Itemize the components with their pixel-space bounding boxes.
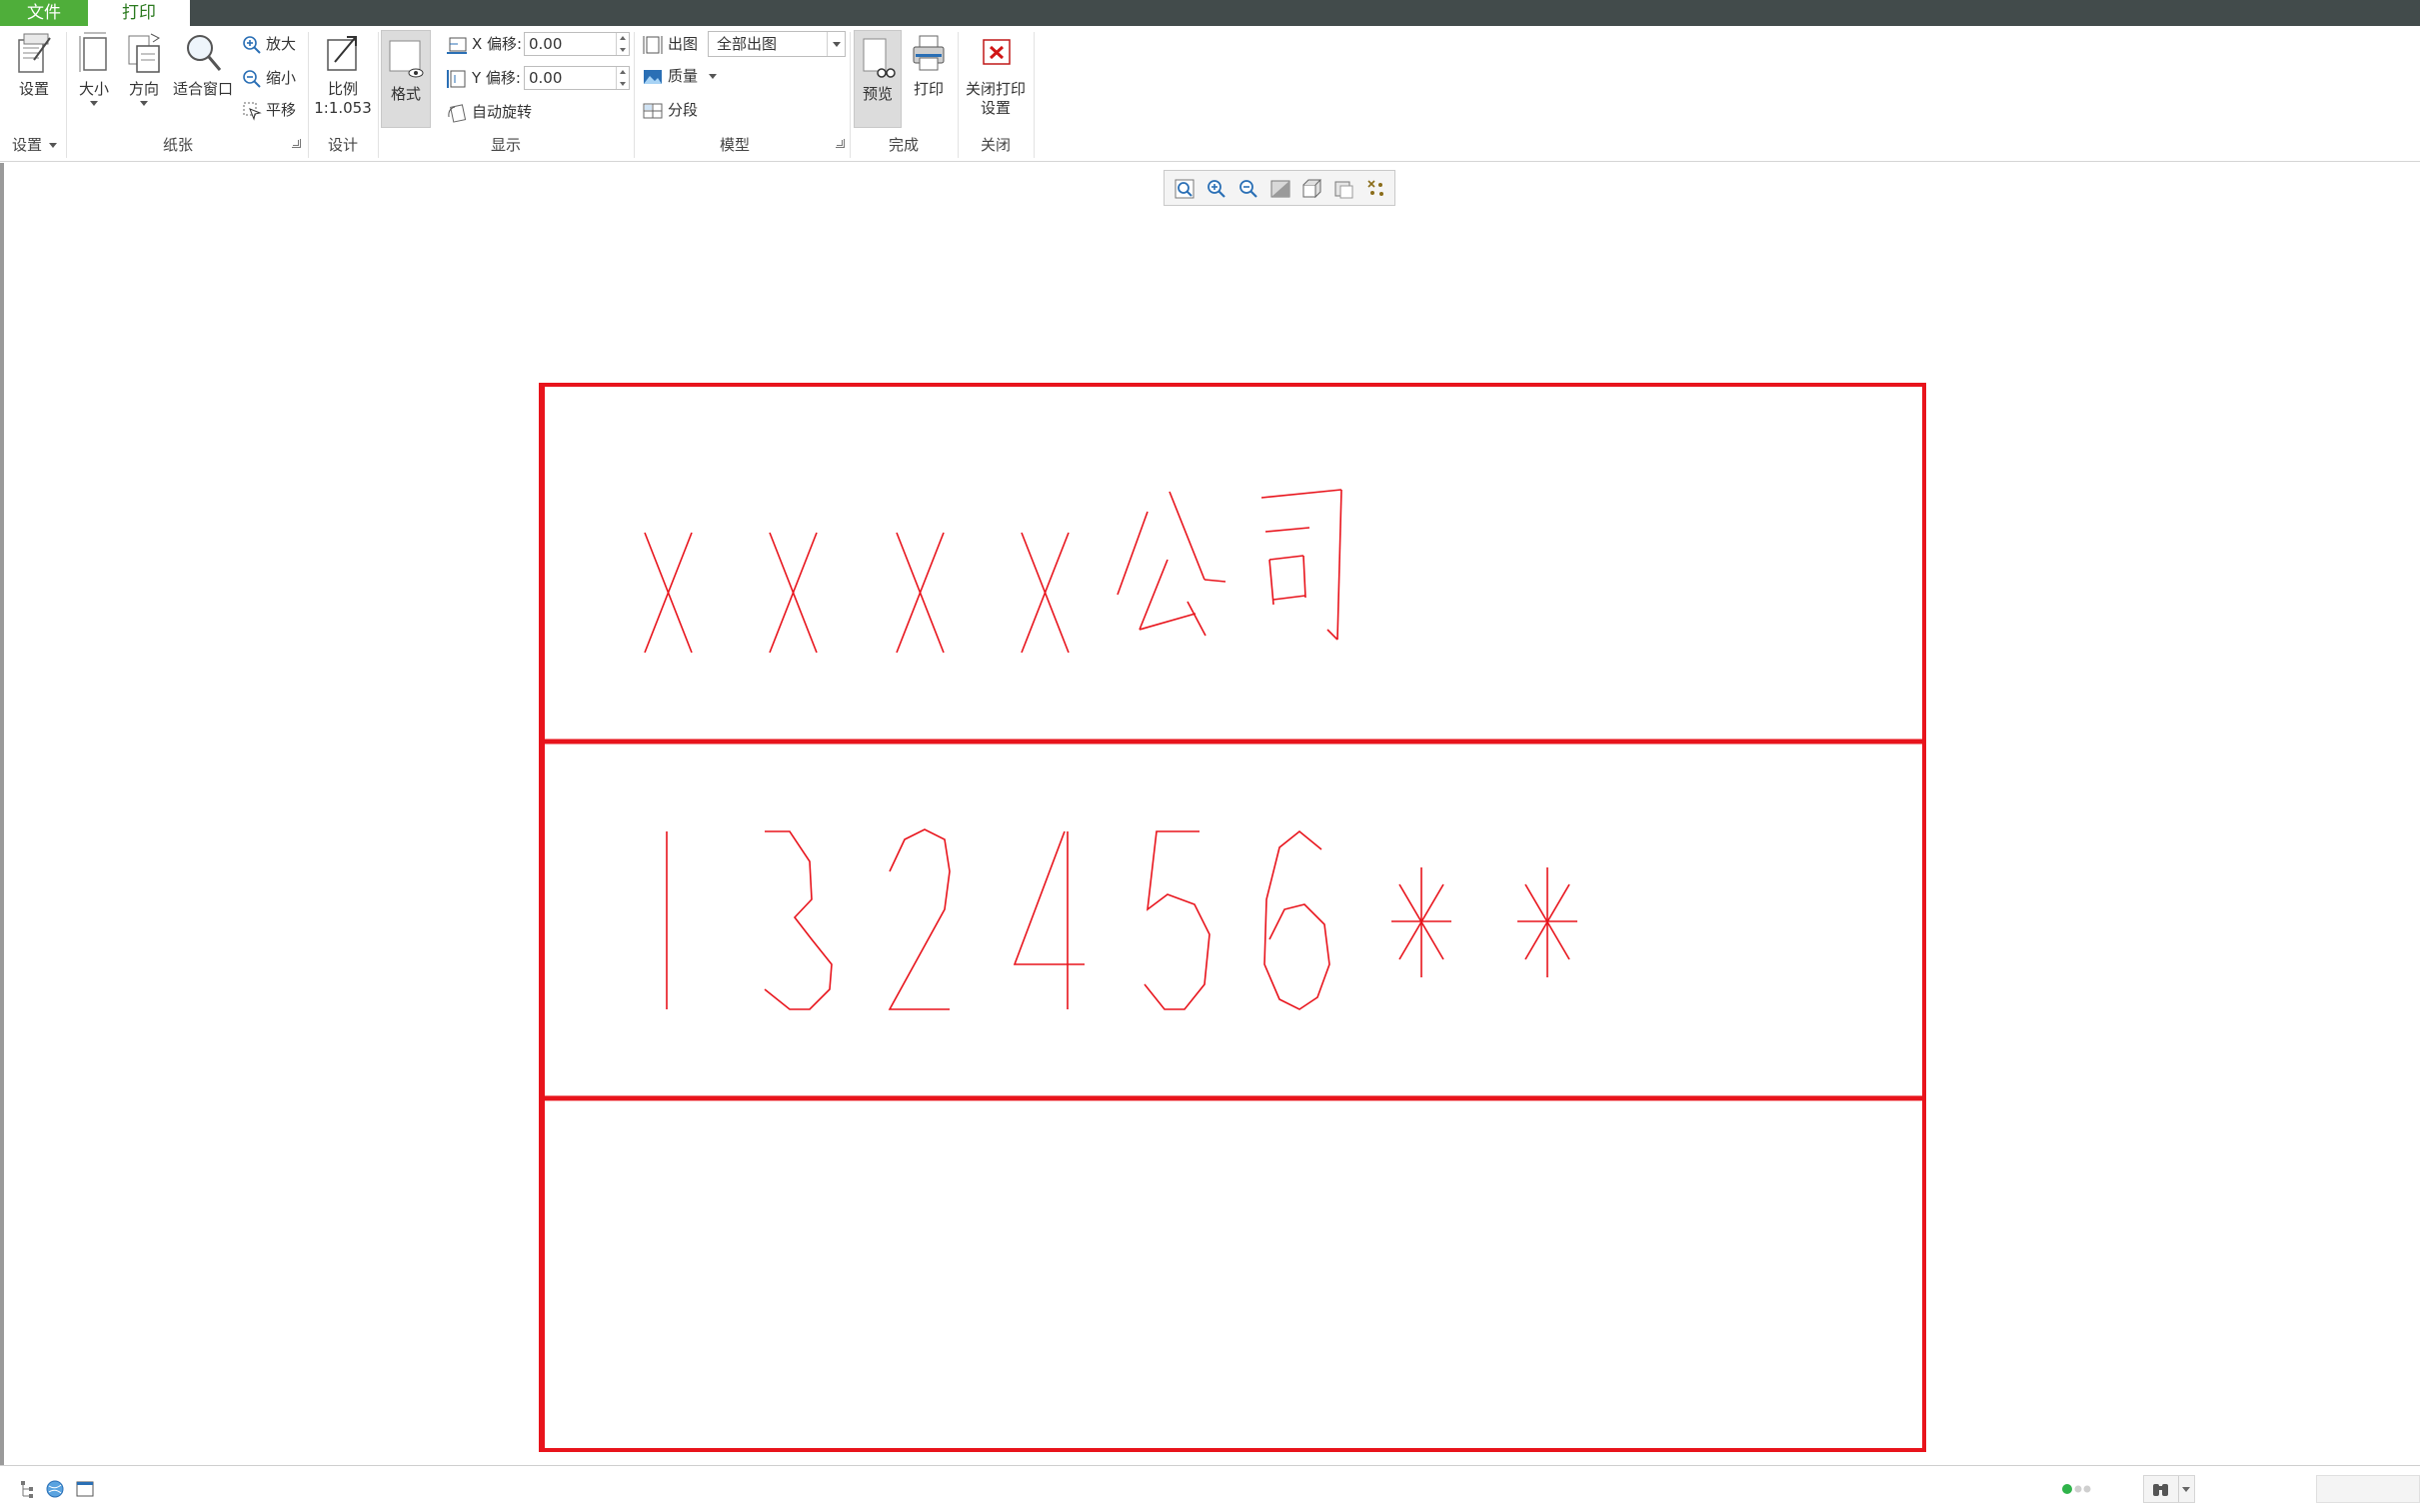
- group-divider: [378, 32, 379, 158]
- ribbon: 设置 设置 大小 方向 适合窗口 放大 缩小 平移 纸张 比例 1:1.053 …: [0, 26, 2420, 162]
- model-tree-icon[interactable]: [18, 1478, 38, 1500]
- tab-print[interactable]: 打印: [88, 0, 190, 26]
- zoom-out-icon: [243, 69, 261, 88]
- format-toggle-button[interactable]: 格式: [381, 30, 431, 128]
- preview-label: 预览: [862, 85, 893, 103]
- chevron-down-icon: [140, 101, 148, 106]
- chevron-down-icon: [48, 143, 57, 148]
- row2-number-text: [666, 828, 1577, 1010]
- preview-button[interactable]: 预览: [854, 30, 902, 128]
- group-divider: [66, 32, 67, 158]
- paper-group-launcher[interactable]: [292, 139, 301, 148]
- shading-icon[interactable]: [1268, 177, 1292, 201]
- display-group-label: 显示: [490, 136, 521, 154]
- scale-button[interactable]: 比例 1:1.053: [312, 30, 374, 118]
- zoom-fit-icon[interactable]: [1173, 177, 1197, 201]
- close-print-setup-button[interactable]: 关闭打印 设置: [962, 30, 1030, 118]
- x-offset-spinner[interactable]: [616, 33, 629, 55]
- segment-icon: [643, 103, 663, 118]
- scale-label: 比例: [327, 80, 358, 98]
- output-label: 出图: [642, 32, 698, 56]
- drawing-sheet: [539, 383, 1926, 1452]
- find-button[interactable]: [2143, 1475, 2195, 1503]
- zoom-in-icon[interactable]: [1205, 177, 1228, 201]
- group-divider: [308, 32, 309, 158]
- status-bar: [0, 1465, 2420, 1512]
- ribbon-tab-bar: 文件 打印: [0, 0, 2420, 26]
- datum-display-icon[interactable]: [1364, 177, 1388, 201]
- printer-icon: [913, 35, 945, 71]
- y-offset-spinner[interactable]: [616, 67, 629, 89]
- paper-size-label: 大小: [78, 80, 109, 98]
- chevron-down-icon[interactable]: [827, 32, 845, 56]
- group-divider: [634, 32, 635, 158]
- format-preview-icon: [389, 40, 424, 78]
- close-group-label: 关闭: [980, 136, 1011, 154]
- format-label: 格式: [390, 85, 421, 103]
- auto-rotate-button[interactable]: 自动旋转: [446, 100, 532, 124]
- segment-button[interactable]: 分段: [642, 98, 698, 122]
- y-offset-label: Y 偏移:: [446, 66, 521, 90]
- fit-window-label: 适合窗口: [172, 80, 233, 98]
- design-group-label: 设计: [327, 136, 358, 154]
- group-divider: [958, 32, 959, 158]
- close-label-line2: 设置: [980, 99, 1011, 117]
- group-divider: [1034, 32, 1035, 158]
- setup-label: 设置: [18, 80, 49, 98]
- saved-views-icon[interactable]: [1300, 177, 1324, 201]
- quality-icon: [644, 69, 662, 84]
- print-preview-canvas[interactable]: [0, 163, 2420, 1465]
- settings-group-dropdown[interactable]: 设置: [12, 134, 62, 155]
- pan-button[interactable]: 平移: [242, 98, 296, 122]
- y-offset-icon: [447, 69, 466, 88]
- x-offset-label: X 偏移:: [446, 32, 522, 56]
- regeneration-status-icon: [2062, 1484, 2091, 1494]
- x-offset-icon: [447, 37, 467, 54]
- group-divider: [850, 32, 851, 158]
- print-label: 打印: [913, 80, 944, 98]
- model-group-launcher[interactable]: [836, 139, 845, 148]
- model-group-label: 模型: [719, 136, 750, 154]
- orientation-label: 方向: [128, 80, 159, 98]
- view-toolbar: [1164, 170, 1395, 206]
- filter-input[interactable]: [2316, 1475, 2420, 1503]
- drawing-frame: [540, 383, 1926, 1452]
- paper-size-button[interactable]: 大小: [72, 30, 116, 106]
- auto-rotate-icon: [448, 103, 467, 123]
- x-offset-input[interactable]: 0.00: [524, 32, 630, 56]
- output-select[interactable]: 全部出图: [708, 31, 846, 57]
- display-style-icon[interactable]: [1332, 177, 1356, 201]
- browser-globe-icon[interactable]: [44, 1478, 66, 1500]
- page-setup-icon: [18, 33, 51, 73]
- chevron-down-icon[interactable]: [2178, 1476, 2192, 1502]
- paper-group-label: 纸张: [162, 136, 193, 154]
- zoom-in-icon: [243, 35, 261, 54]
- tab-file[interactable]: 文件: [0, 0, 88, 26]
- preview-glasses-icon: [863, 38, 896, 78]
- zoom-out-icon[interactable]: [1236, 177, 1260, 201]
- close-icon: [983, 39, 1011, 65]
- orientation-icon: [128, 33, 160, 73]
- fit-window-button[interactable]: 适合窗口: [170, 30, 236, 99]
- print-button[interactable]: 打印: [906, 30, 952, 99]
- binoculars-icon: [2153, 1484, 2168, 1496]
- row1-company-text: [644, 489, 1342, 654]
- close-label-line1: 关闭打印: [965, 80, 1026, 98]
- scale-icon: [327, 36, 357, 71]
- full-screen-icon[interactable]: [74, 1478, 96, 1500]
- y-offset-input[interactable]: 0.00: [524, 66, 630, 90]
- quality-button[interactable]: 质量: [642, 64, 717, 88]
- chevron-down-icon: [708, 74, 717, 79]
- setup-button[interactable]: 设置: [8, 30, 60, 99]
- orientation-button[interactable]: 方向: [122, 30, 166, 106]
- chevron-down-icon: [90, 101, 98, 106]
- pan-icon: [243, 102, 262, 121]
- finish-group-label: 完成: [888, 136, 919, 154]
- magnifier-icon: [187, 35, 222, 71]
- zoom-in-button[interactable]: 放大: [242, 32, 296, 56]
- scale-value: 1:1.053: [314, 99, 372, 117]
- paper-size-icon: [79, 32, 107, 72]
- zoom-out-button[interactable]: 缩小: [242, 66, 296, 90]
- output-icon: [643, 35, 663, 54]
